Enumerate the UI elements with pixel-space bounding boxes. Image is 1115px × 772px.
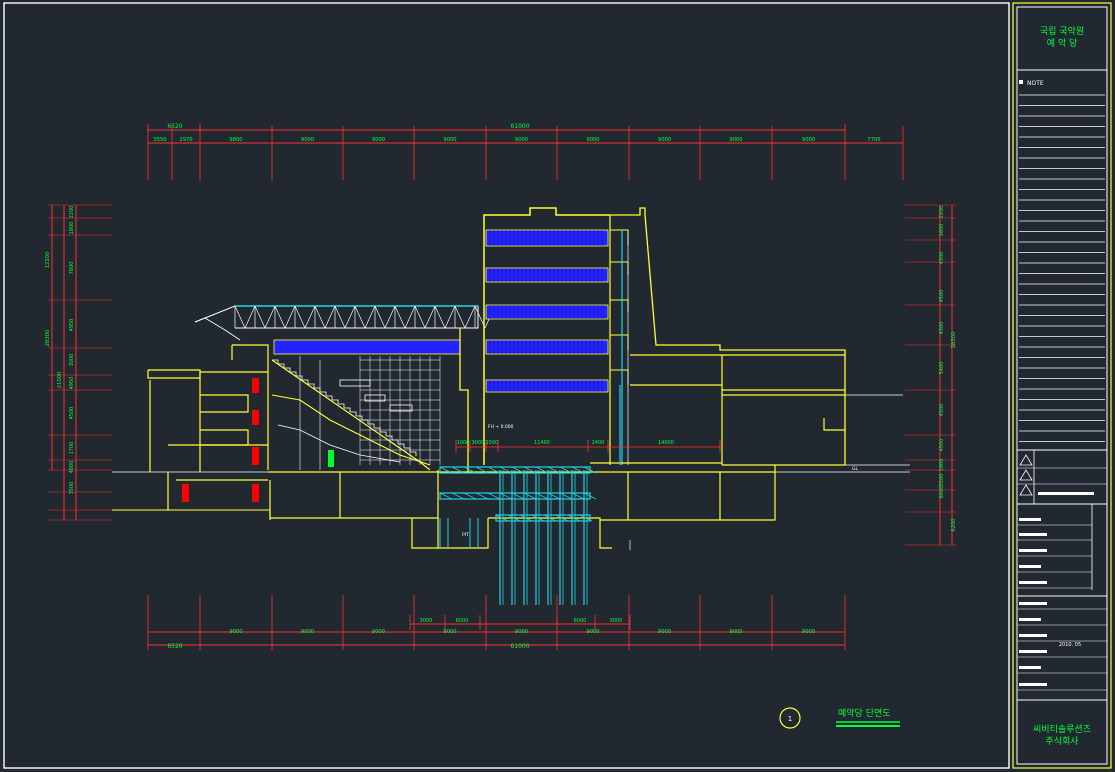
dimension-text: 9000 <box>301 629 314 635</box>
section-drawing-canvas: 국립 국악원 예 악 당 NOTE 2010. 05 씨비티솔루션즈 주식회사 … <box>0 0 1115 772</box>
red-marker <box>252 410 259 425</box>
dimension-text: 3500 <box>939 474 945 487</box>
note-label: NOTE <box>1027 80 1044 87</box>
top-dim-total: 61000 <box>510 123 529 130</box>
dimension-text: 3500 <box>69 482 75 495</box>
dimension-text: 12200 <box>45 252 51 269</box>
dimension-text: 1000 <box>457 440 470 446</box>
green-marker <box>328 450 334 467</box>
dimension-text: 2400 <box>592 440 605 446</box>
caption-title: 예악당 단면도 <box>838 707 891 719</box>
dimension-text: 1800 <box>69 222 75 235</box>
dimension-text: 9000 <box>729 629 742 635</box>
dimension-text: 1800 <box>939 459 945 472</box>
dimension-text: 4950 <box>69 377 75 390</box>
red-marker <box>252 484 259 502</box>
dimension-text: 9000 <box>443 629 456 635</box>
dimension-text: 9000 <box>229 629 242 635</box>
dimension-text: 28300 <box>45 330 51 347</box>
dimension-text: 14000 <box>658 440 674 446</box>
dimension-text: 2970 <box>179 137 192 143</box>
bottom-dim-total-left: 6520 <box>167 643 182 650</box>
dimension-text: 4500 <box>939 404 945 417</box>
dimension-text: 1700 <box>69 442 75 455</box>
dimension-text: 9800 <box>229 137 242 143</box>
dimension-text: 7800 <box>69 262 75 275</box>
pit-label: PIT <box>462 532 469 538</box>
drawing-date: 2010. 05 <box>1059 642 1081 648</box>
dimension-text: 9000 <box>443 137 456 143</box>
dimension-text: 3550 <box>153 137 166 143</box>
dimension-text: 5400 <box>939 362 945 375</box>
ground-level-label: GL <box>852 466 858 472</box>
dimension-text: 3000 <box>420 618 433 624</box>
top-dim-total-left: 6520 <box>167 123 182 130</box>
stage-level-label: FH + 0.000 <box>488 424 514 430</box>
dimension-text: 4300 <box>939 322 945 335</box>
dimension-text: 9000 <box>802 629 815 635</box>
dimension-text: 2200 <box>69 206 75 219</box>
dimension-text: 9000 <box>515 137 528 143</box>
dimension-text: 6200 <box>951 518 957 531</box>
dimension-text: 9000 <box>515 629 528 635</box>
dimension-text: 9000 <box>301 137 314 143</box>
upper-seating-band <box>273 339 461 355</box>
caption-number: 1 <box>788 715 792 723</box>
red-marker <box>252 378 259 393</box>
dimension-text: 28300 <box>951 332 957 349</box>
dimension-text: 3000 <box>610 618 623 624</box>
dimension-text: 6000 <box>574 618 587 624</box>
project-title-line2: 예 악 당 <box>1047 37 1078 49</box>
dimension-text: 7700 <box>867 137 880 143</box>
dimension-text: 4500 <box>939 290 945 303</box>
dimension-text: 21000 <box>57 372 63 389</box>
note-bullet-icon <box>1019 80 1023 84</box>
dimension-text: 9000 <box>729 137 742 143</box>
project-title-line1: 국립 국악원 <box>1040 25 1084 37</box>
dimension-text: 1600 <box>939 224 945 237</box>
dimension-text: 3000 <box>472 440 485 446</box>
dimension-text: 4500 <box>69 407 75 420</box>
dimension-text: 6000 <box>939 486 945 499</box>
red-marker <box>252 447 259 465</box>
dimension-text: 9000 <box>372 629 385 635</box>
dimension-text: 9000 <box>586 629 599 635</box>
dimension-text: 9000 <box>658 137 671 143</box>
dimension-text: 9000 <box>372 137 385 143</box>
dimension-text: 4800 <box>69 461 75 474</box>
company-name-line2: 주식회사 <box>1045 736 1079 747</box>
dimension-text: 2200 <box>939 206 945 219</box>
dimension-text: 9000 <box>802 137 815 143</box>
dimension-text: 6000 <box>456 618 469 624</box>
dimension-text: 4300 <box>939 252 945 265</box>
dimension-text: 11400 <box>534 440 550 446</box>
dimension-text: 3000 <box>69 354 75 367</box>
company-name-line1: 씨비티솔루션즈 <box>1033 724 1091 735</box>
dimension-text: 4950 <box>69 319 75 332</box>
dimension-text: 9000 <box>586 137 599 143</box>
dimension-text: 9000 <box>658 629 671 635</box>
dimension-text: 4500 <box>939 439 945 452</box>
dimension-text: 1500 <box>486 440 499 446</box>
bottom-dim-total: 61000 <box>510 643 529 650</box>
red-marker <box>182 484 189 502</box>
